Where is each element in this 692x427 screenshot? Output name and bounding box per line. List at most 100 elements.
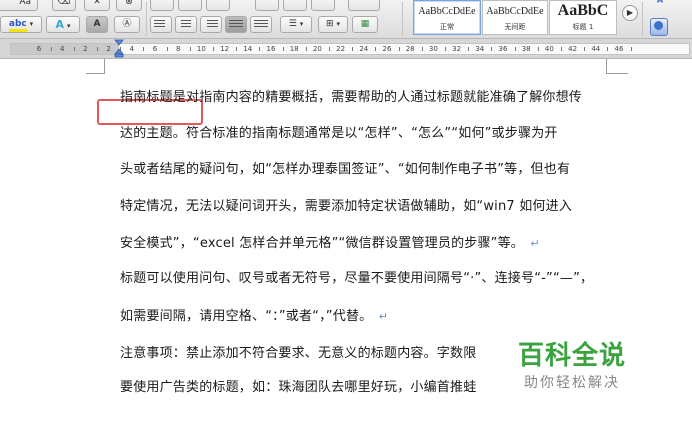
sort-button[interactable]: [311, 0, 335, 11]
ruler-number: 44: [591, 45, 601, 53]
ruler-number: 12: [220, 45, 230, 53]
ruler-tick: [282, 47, 284, 51]
style-normal[interactable]: AaBbCcDdEe 正常: [413, 0, 481, 35]
paragraph-line[interactable]: 头或者结尾的疑问句，如“怎样办理泰国签证”、“如何制作电子书”等，但也有: [120, 158, 570, 177]
eraser-icon: ⌫: [57, 0, 71, 7]
line-text: 标题可以使用问句、叹号或者无符号，尽量不要使用间隔号“·”、连接号“-”“—”，: [120, 271, 594, 286]
align-left-button[interactable]: [150, 16, 172, 33]
ruler-tick: [166, 47, 168, 51]
ruler-tick: [584, 47, 586, 51]
text-effects-button[interactable]: A ▾: [46, 16, 80, 33]
align-center-button[interactable]: [175, 16, 197, 33]
paragraph-line[interactable]: 注意事项：禁止添加不符合要求、无意义的标题内容。字数限: [120, 342, 476, 361]
ruler-number: 24: [359, 45, 369, 53]
font-size-box[interactable]: Aa: [0, 0, 38, 11]
indent-marker-icon[interactable]: [114, 39, 124, 58]
multilevel-list-button[interactable]: [206, 0, 230, 11]
style-sample: AaBbCcDdEe: [486, 6, 544, 17]
ruler-number: 10: [196, 45, 206, 53]
line-text: 如需要间隔，请用空格、“：”或者“，”代替。: [120, 309, 373, 324]
character-shading-button[interactable]: A: [86, 16, 108, 33]
symbol-button[interactable]: ⊗: [116, 0, 142, 11]
styles-icon: ᴬ: [656, 0, 664, 11]
paragraph-line[interactable]: 特定情况，无法以疑问词开头，需要添加特定状语做辅助，如“win7 如何进入: [120, 195, 572, 214]
watermark-subtitle: 助你轻松解决: [524, 375, 620, 391]
align-left-icon: [154, 20, 165, 29]
chevron-right-icon: ▶: [626, 8, 634, 17]
ribbon-divider: [402, 2, 403, 36]
paragraph-line[interactable]: 标题可以使用问句、叹号或者无符号，尽量不要使用间隔号“·”、连接号“-”“—”，: [120, 267, 593, 286]
paragraph-line[interactable]: 安全模式”，“excel 怎样合并单元格”“微信群设置管理员的步骤”等。 ↵: [120, 232, 540, 251]
crop-mark: [606, 59, 607, 73]
ruler-number: 4: [59, 45, 65, 53]
line-text: 头或者结尾的疑问句，如“怎样办理泰国签证”、“如何制作电子书”等，但也有: [120, 162, 571, 177]
line-spacing-icon: ☰: [288, 19, 297, 29]
ruler-number: 2: [106, 45, 111, 53]
ruler-number: 2: [83, 45, 88, 53]
ruler-tick: [189, 47, 191, 51]
text-box-button[interactable]: [650, 18, 668, 36]
line-spacing-button[interactable]: ☰ ▾: [280, 16, 312, 33]
paragraph-line[interactable]: 达的主题。符合标准的指南标题通常是以“怎样”、“怎么”“如何”或步骤为开: [120, 122, 558, 141]
chevron-down-icon: ▾: [299, 20, 304, 28]
distributed-button[interactable]: [250, 16, 272, 33]
style-name: 正常: [440, 23, 454, 31]
eraser-button[interactable]: ⌫: [52, 0, 76, 11]
decrease-indent-button[interactable]: [255, 0, 279, 11]
line-text: 达的主题。符合标准的指南标题通常是以“怎样”、“怎么”“如何”或步骤为开: [120, 126, 558, 141]
crop-mark: [104, 59, 105, 73]
align-right-icon: [207, 20, 218, 29]
ruler-number: 6: [36, 45, 42, 53]
text-effects-icon: A: [55, 18, 65, 31]
line-text: 要使用广告类的标题，如：珠海团队去哪里好玩，小编首推蛙: [120, 380, 477, 395]
ruler-number: 4: [129, 45, 135, 53]
styles-pane-button[interactable]: ᴬ: [650, 0, 670, 12]
chevron-down-icon: ▾: [336, 20, 340, 28]
style-heading-1[interactable]: AaBbC 标题 1: [549, 0, 617, 35]
numbering-button[interactable]: [178, 0, 202, 11]
style-sample: AaBbC: [557, 2, 609, 19]
gallery-scroll-button[interactable]: ▶: [622, 5, 638, 21]
bullets-button[interactable]: [150, 0, 174, 11]
shading-button[interactable]: ▦: [352, 16, 378, 33]
ruler-tick: [352, 47, 354, 51]
ruler-tick: [73, 47, 75, 51]
paragraph-line[interactable]: 要使用广告类的标题，如：珠海团队去哪里好玩，小编首推蛙: [120, 376, 476, 395]
ruler-left-margin: [11, 44, 119, 54]
scissors-icon: ✕: [93, 0, 101, 7]
increase-indent-button[interactable]: [283, 0, 307, 11]
ruler-tick: [537, 47, 539, 51]
ruler-tick: [236, 47, 238, 51]
ruler-number: 14: [243, 45, 253, 53]
watermark-title: 百科全说: [518, 341, 627, 371]
distributed-icon: [254, 20, 268, 29]
ruler-number: 20: [312, 45, 322, 53]
crop-mark: [606, 73, 628, 74]
line-text: 注意事项：禁止添加不符合要求、无意义的标题内容。字数限: [120, 346, 477, 361]
ruler-tick: [213, 47, 214, 51]
line-text: 安全模式”，“excel 怎样合并单元格”“微信群设置管理员的步骤”等。: [120, 236, 524, 251]
enclosed-character-icon: Ⓐ: [122, 19, 132, 29]
highlighter-icon: abc: [8, 19, 27, 32]
paragraph-line[interactable]: 如需要间隔，请用空格、“：”或者“，”代替。 ↵: [120, 305, 388, 324]
ruler-tick: [514, 47, 516, 51]
horizontal-ruler[interactable]: 6 4 2 2 4 6 8 10 12 14 16 18 20 22 24 26 28 30 32 34 36 38 40 4…: [0, 39, 692, 59]
chevron-down-icon: ▾: [29, 20, 34, 28]
ruler-tick: [50, 47, 52, 51]
highlight-color-button[interactable]: abc ▾: [0, 16, 42, 33]
cut-button[interactable]: ✕: [84, 0, 110, 11]
paint-bucket-icon: ▦: [360, 19, 370, 29]
paragraph-line[interactable]: 指南标题是对指南内容的精要概括，需要帮助的人通过标题就能准确了解你想传: [120, 86, 582, 105]
style-no-spacing[interactable]: AaBbCcDdEe 无间距: [482, 0, 548, 35]
enclose-character-button[interactable]: Ⓐ: [114, 16, 140, 33]
justify-button[interactable]: [225, 16, 247, 33]
borders-button[interactable]: ⊞ ▾: [318, 16, 348, 33]
align-right-button[interactable]: [200, 16, 222, 33]
ruler-tick: [329, 47, 330, 51]
justify-icon: [229, 20, 243, 29]
align-center-icon: [181, 20, 191, 29]
ruler-tick: [97, 47, 98, 51]
ruler-tick: [143, 47, 145, 51]
show-marks-button[interactable]: [348, 0, 380, 11]
chevron-down-icon: ▾: [66, 22, 71, 30]
